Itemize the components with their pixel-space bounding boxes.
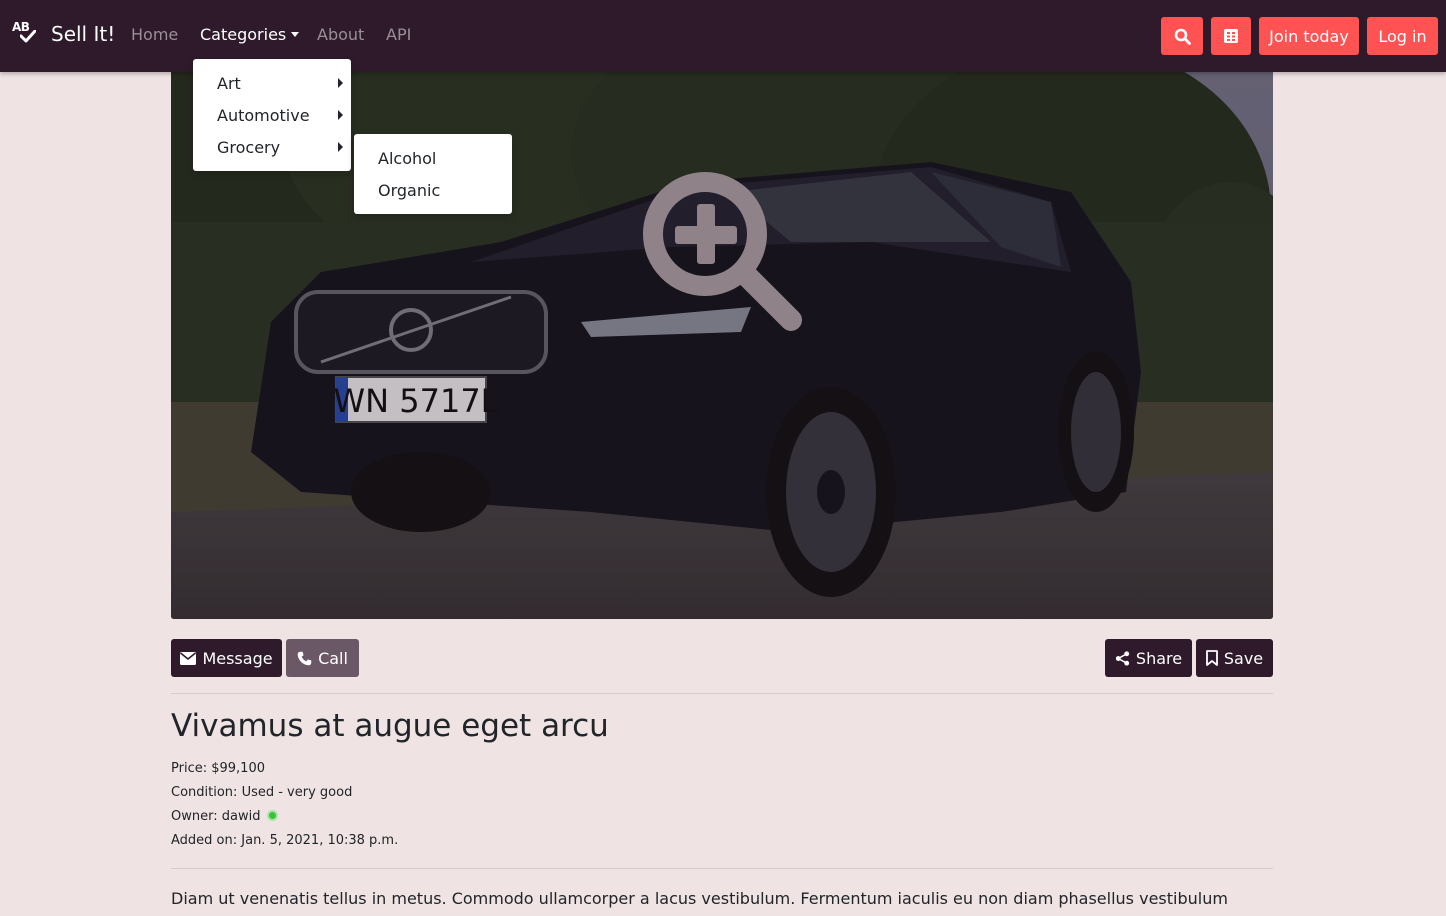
phone-icon: [297, 651, 312, 665]
nav-categories[interactable]: Categories: [200, 25, 300, 44]
condition-line: Condition: Used - very good: [171, 785, 352, 800]
owner-link[interactable]: dawid: [222, 809, 261, 824]
save-label: Save: [1223, 648, 1264, 668]
calculator-button[interactable]: [1211, 17, 1251, 55]
calculator-icon: [1224, 29, 1238, 43]
added-line: Added on: Jan. 5, 2021, 10:38 p.m.: [171, 833, 398, 848]
search-icon: [1174, 28, 1191, 45]
categories-dropdown: Art Automotive Grocery: [193, 59, 351, 171]
condition-value: Used - very good: [241, 785, 353, 800]
brand-name: Sell It!: [51, 22, 116, 46]
subcategory-alcohol[interactable]: Alcohol: [378, 149, 436, 168]
category-label: Automotive: [217, 106, 310, 125]
category-art[interactable]: Art: [217, 74, 347, 93]
grocery-submenu: Alcohol Organic: [354, 134, 512, 214]
share-label: Share: [1135, 648, 1183, 668]
category-grocery[interactable]: Grocery: [217, 138, 347, 157]
price-value: $99,100: [211, 761, 265, 776]
call-label: Call: [318, 648, 348, 668]
message-label: Message: [202, 648, 273, 668]
owner-label: Owner:: [171, 809, 218, 824]
submenu-arrow-icon: [338, 142, 343, 152]
share-button[interactable]: Share: [1105, 639, 1192, 677]
submenu-arrow-icon: [338, 110, 343, 120]
divider: [171, 868, 1273, 869]
added-label: Added on:: [171, 833, 238, 848]
checkmark-icon: [20, 30, 36, 43]
subcategory-organic[interactable]: Organic: [378, 181, 440, 200]
save-button[interactable]: Save: [1196, 639, 1273, 677]
added-value: Jan. 5, 2021, 10:38 p.m.: [241, 833, 399, 848]
call-button[interactable]: Call: [286, 639, 359, 677]
price-label: Price:: [171, 761, 208, 776]
brand-logo: AB: [12, 20, 38, 48]
nav-categories-label: Categories: [200, 25, 287, 44]
category-label: Art: [217, 74, 241, 93]
nav-api[interactable]: API: [386, 25, 411, 44]
envelope-icon: [180, 651, 197, 665]
bookmark-icon: [1205, 650, 1218, 666]
online-status-indicator: [266, 810, 278, 821]
share-icon: [1115, 650, 1130, 666]
category-automotive[interactable]: Automotive: [217, 106, 347, 125]
caret-down-icon: [291, 32, 300, 37]
owner-line: Owner: dawid: [171, 809, 278, 824]
login-button[interactable]: Log in: [1367, 17, 1438, 55]
category-label: Grocery: [217, 138, 281, 157]
search-button[interactable]: [1161, 17, 1203, 55]
message-button[interactable]: Message: [171, 639, 282, 677]
listing-description: Diam ut venenatis tellus in metus. Commo…: [171, 889, 1228, 916]
join-today-button[interactable]: Join today: [1259, 17, 1359, 55]
submenu-arrow-icon: [338, 78, 343, 88]
divider: [171, 693, 1273, 694]
price-line: Price: $99,100: [171, 761, 265, 776]
nav-about[interactable]: About: [317, 25, 364, 44]
nav-home[interactable]: Home: [131, 25, 178, 44]
condition-label: Condition:: [171, 785, 238, 800]
brand[interactable]: AB Sell It!: [12, 20, 115, 48]
zoom-in-icon[interactable]: [641, 170, 803, 332]
listing-title: Vivamus at augue eget arcu: [171, 708, 609, 744]
